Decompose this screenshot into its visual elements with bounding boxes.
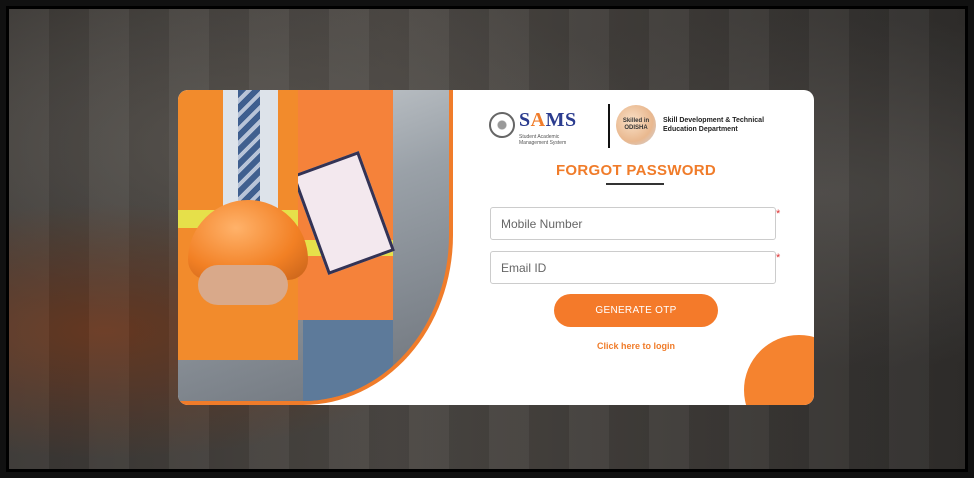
forgot-password-card: SAMS Student Academic Management System … [178, 90, 814, 405]
sams-logo: SAMS [519, 109, 577, 131]
page-title: FORGOT PASSWORD [555, 162, 717, 179]
header-logos: SAMS Student Academic Management System … [489, 104, 789, 150]
mobile-number-input[interactable] [490, 207, 776, 240]
skilled-in-odisha-logo: Skilled in ODISHA [616, 105, 656, 145]
email-id-input[interactable] [490, 251, 776, 284]
state-emblem-icon [489, 112, 515, 138]
decorative-circle [744, 335, 814, 405]
generate-otp-button[interactable]: GENERATE OTP [554, 294, 718, 327]
title-underline [606, 183, 664, 185]
required-marker: * [776, 252, 781, 264]
required-marker: * [776, 208, 781, 220]
login-link[interactable]: Click here to login [538, 341, 734, 351]
department-name: Skill Development & Technical Education … [663, 117, 765, 133]
sams-subtitle: Student Academic Management System [519, 134, 567, 146]
logo-divider [608, 104, 610, 148]
workers-photo [178, 90, 453, 405]
